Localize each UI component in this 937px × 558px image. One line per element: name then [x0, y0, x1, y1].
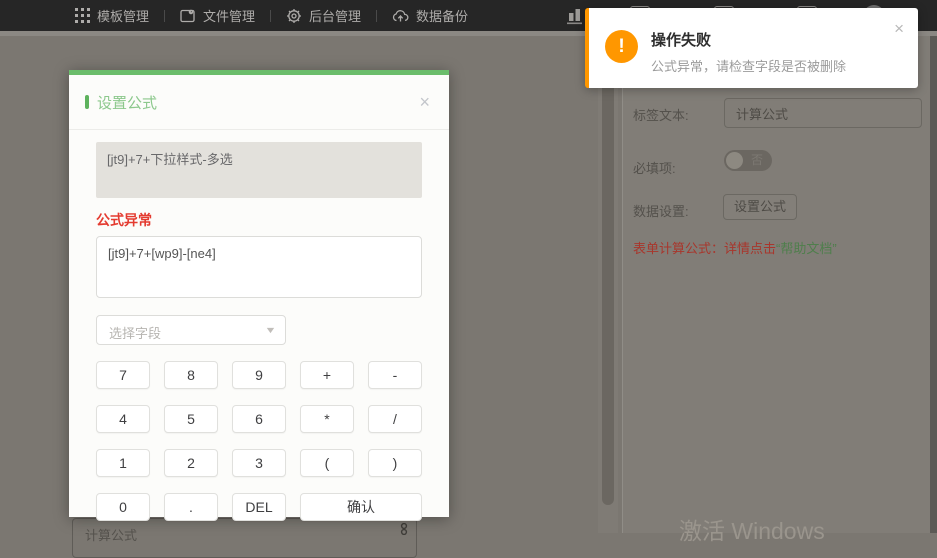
- key-multiply[interactable]: *: [300, 405, 354, 433]
- key-5[interactable]: 5: [164, 405, 218, 433]
- dialog-body: [jt9]+7+下拉样式-多选 公式异常 [jt9]+7+[wp9]-[ne4]…: [69, 130, 449, 521]
- toggle-state-label: 否: [751, 154, 763, 167]
- key-close-paren[interactable]: ): [368, 449, 422, 477]
- key-6[interactable]: 6: [232, 405, 286, 433]
- formula-hint-text: 表单计算公式：详情点击: [633, 241, 776, 256]
- required-toggle[interactable]: 否: [724, 150, 772, 171]
- window-right-edge: [930, 36, 937, 533]
- toast-message: 公式异常，请检查字段是否被删除: [651, 56, 846, 75]
- nav-divider: [164, 10, 165, 22]
- nav-item-template-management[interactable]: 模板管理: [75, 6, 149, 25]
- nav-divider: [270, 10, 271, 22]
- nav-item-file-management[interactable]: 文件管理: [180, 6, 255, 25]
- chart-icon[interactable]: [567, 7, 584, 30]
- title-accent-bar: [85, 95, 89, 109]
- label-text-label: 标签文本:: [633, 105, 689, 124]
- windows-activation-watermark: 激活 Windows: [679, 512, 825, 546]
- key-minus[interactable]: -: [368, 361, 422, 389]
- field-select-placeholder: 选择字段: [109, 323, 161, 342]
- formula-hint: 表单计算公式：详情点击“帮助文档”: [633, 238, 837, 257]
- set-formula-button[interactable]: 设置公式: [723, 194, 797, 220]
- chevron-down-icon: ▼: [264, 325, 276, 335]
- key-divide[interactable]: /: [368, 405, 422, 433]
- field-handle-icon: [400, 523, 408, 538]
- toast-title: 操作失败: [651, 29, 711, 50]
- calc-formula-field-under-modal: 计算公式: [72, 518, 417, 558]
- nav-label: 文件管理: [203, 6, 255, 25]
- formula-input-textarea[interactable]: [jt9]+7+[wp9]-[ne4]: [96, 236, 422, 298]
- nav-divider: [376, 10, 377, 22]
- dialog-header: 设置公式 ×: [69, 75, 449, 130]
- file-icon: [180, 8, 196, 23]
- cloud-upload-icon: [392, 8, 409, 23]
- key-9[interactable]: 9: [232, 361, 286, 389]
- field-select-dropdown[interactable]: 选择字段 ▼: [96, 315, 286, 345]
- field-value: 计算公式: [85, 525, 137, 544]
- key-3[interactable]: 3: [232, 449, 286, 477]
- confirm-button[interactable]: 确认: [300, 493, 422, 521]
- formula-preview-box: [jt9]+7+下拉样式-多选: [96, 142, 422, 198]
- toast-close-icon[interactable]: ×: [894, 20, 904, 37]
- key-8[interactable]: 8: [164, 361, 218, 389]
- field-properties-panel: 标签文本: 必填项: 否 数据设置: 设置公式 表单计算公式：详情点击“帮助文档…: [622, 36, 931, 533]
- scrollbar-thumb[interactable]: [602, 83, 614, 505]
- key-open-paren[interactable]: (: [300, 449, 354, 477]
- nav-label: 后台管理: [309, 6, 361, 25]
- error-toast: ! 操作失败 公式异常，请检查字段是否被删除 ×: [585, 8, 918, 88]
- key-del[interactable]: DEL: [232, 493, 286, 521]
- set-formula-dialog: 设置公式 × [jt9]+7+下拉样式-多选 公式异常 [jt9]+7+[wp9…: [69, 70, 449, 517]
- key-7[interactable]: 7: [96, 361, 150, 389]
- vertical-scrollbar[interactable]: [598, 36, 618, 533]
- key-4[interactable]: 4: [96, 405, 150, 433]
- warning-icon: !: [605, 30, 638, 63]
- key-1[interactable]: 1: [96, 449, 150, 477]
- label-text-input[interactable]: [724, 98, 922, 128]
- nav-item-data-backup[interactable]: 数据备份: [392, 6, 468, 25]
- key-plus[interactable]: +: [300, 361, 354, 389]
- key-2[interactable]: 2: [164, 449, 218, 477]
- data-setting-label: 数据设置:: [633, 201, 689, 220]
- gear-icon: [286, 8, 302, 24]
- help-doc-link[interactable]: “帮助文档”: [776, 241, 837, 256]
- key-dot[interactable]: .: [164, 493, 218, 521]
- toggle-knob: [726, 152, 743, 169]
- dialog-close-icon[interactable]: ×: [419, 93, 430, 111]
- key-0[interactable]: 0: [96, 493, 150, 521]
- nav-item-backend-management[interactable]: 后台管理: [286, 6, 361, 25]
- formula-error-label: 公式异常: [96, 210, 422, 230]
- dialog-title: 设置公式: [97, 92, 157, 113]
- grid-icon: [75, 8, 90, 23]
- main-nav: 模板管理 文件管理 后台管理: [75, 0, 468, 31]
- formula-keypad: 7 8 9 + - 4 5 6 * / 1 2 3 ( ) 0 . DEL 确认: [96, 361, 422, 521]
- nav-label: 模板管理: [97, 6, 149, 25]
- nav-label: 数据备份: [416, 6, 468, 25]
- required-label: 必填项:: [633, 158, 676, 177]
